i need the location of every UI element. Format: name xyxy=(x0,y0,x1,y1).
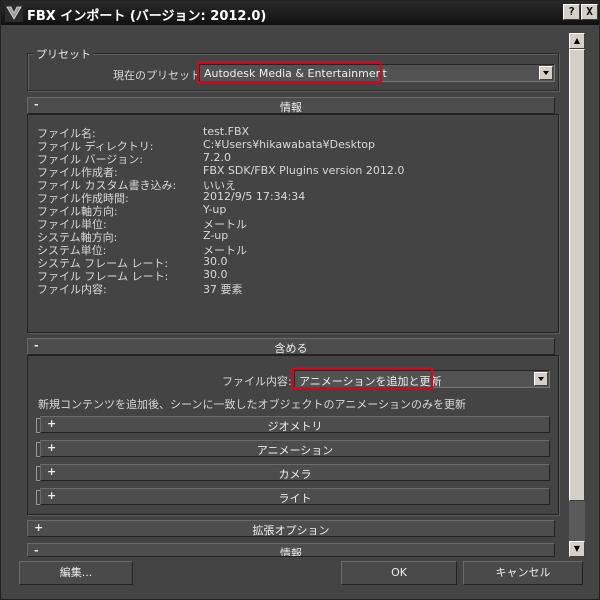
camera-label: カメラ xyxy=(278,468,312,481)
close-button[interactable]: X xyxy=(581,4,598,20)
include-panel: ファイル内容: アニメーションを追加と更新 新規コンテンツを追加後、シーンに一致… xyxy=(27,355,559,515)
window-title: FBX インポート (バージョン: 2012.0) xyxy=(27,9,267,24)
info-key: ファイル内容: xyxy=(37,283,107,296)
camera-rollout[interactable]: + カメラ xyxy=(40,464,550,481)
cancel-button[interactable]: キャンセル xyxy=(463,561,583,585)
info-rollout-header[interactable]: - 情報 xyxy=(27,97,555,114)
edit-button[interactable]: 編集... xyxy=(19,561,133,585)
help-button[interactable]: ? xyxy=(563,4,580,20)
advanced-options-rollout-header[interactable]: + 拡張オプション xyxy=(27,520,555,537)
include-rollout-title: 含める xyxy=(274,342,308,355)
app-icon xyxy=(5,4,23,22)
info-value: Y-up xyxy=(203,203,227,216)
geometry-label: ジオメトリ xyxy=(267,420,323,433)
preset-group-label: プリセット xyxy=(34,46,93,62)
preset-highlight xyxy=(197,61,382,83)
preset-group: プリセット 現在のプリセット: Autodesk Media & Enterta… xyxy=(27,46,559,91)
ok-button[interactable]: OK xyxy=(341,561,457,585)
light-label: ライト xyxy=(278,492,312,505)
advanced-options-title: 拡張オプション xyxy=(252,524,330,537)
info-value: 30.0 xyxy=(203,255,228,268)
info-value: test.FBX xyxy=(203,125,250,138)
geometry-rollout[interactable]: + ジオメトリ xyxy=(40,416,550,433)
info-value: Z-up xyxy=(203,229,229,242)
info-value: 37 要素 xyxy=(203,283,243,296)
animation-rollout[interactable]: + アニメーション xyxy=(40,440,550,457)
animation-label: アニメーション xyxy=(256,444,334,457)
scroll-down-icon[interactable]: ▼ xyxy=(569,541,585,557)
scrollbar-thumb[interactable] xyxy=(569,49,585,501)
info-value: 30.0 xyxy=(203,268,228,281)
file-content-highlight xyxy=(292,367,433,389)
info-value: C:¥Users¥hikawabata¥Desktop xyxy=(203,138,376,151)
include-rollout-header[interactable]: - 含める xyxy=(27,338,555,355)
info-value: 2012/9/5 17:34:34 xyxy=(203,190,306,203)
chevron-down-icon[interactable] xyxy=(539,66,553,80)
fbx-import-dialog: FBX インポート (バージョン: 2012.0) ? X プリセット 現在のプ… xyxy=(0,0,600,600)
title-bar[interactable]: FBX インポート (バージョン: 2012.0) ? X xyxy=(1,1,599,25)
info-panel: ファイル名: test.FBX ファイル ディレクトリ: C:¥Users¥hika… xyxy=(27,114,559,333)
info-rollout-title: 情報 xyxy=(280,101,302,114)
info-value: FBX SDK/FBX Plugins version 2012.0 xyxy=(203,164,405,177)
info2-rollout-header[interactable]: - 情報 xyxy=(27,543,555,557)
scroll-up-icon[interactable]: ▲ xyxy=(569,33,585,49)
info-value: 7.2.0 xyxy=(203,151,231,164)
file-content-label: ファイル内容: xyxy=(222,375,292,388)
file-content-description: 新規コンテンツを追加後、シーンに一致したオブジェクトのアニメーションのみを更新 xyxy=(38,398,467,411)
chevron-down-icon[interactable] xyxy=(534,372,548,386)
current-preset-label: 現在のプリセット: xyxy=(113,69,205,82)
light-rollout[interactable]: + ライト xyxy=(40,488,550,505)
info2-rollout-title: 情報 xyxy=(280,547,302,557)
vertical-scrollbar[interactable]: ▲ ▼ xyxy=(569,33,585,557)
